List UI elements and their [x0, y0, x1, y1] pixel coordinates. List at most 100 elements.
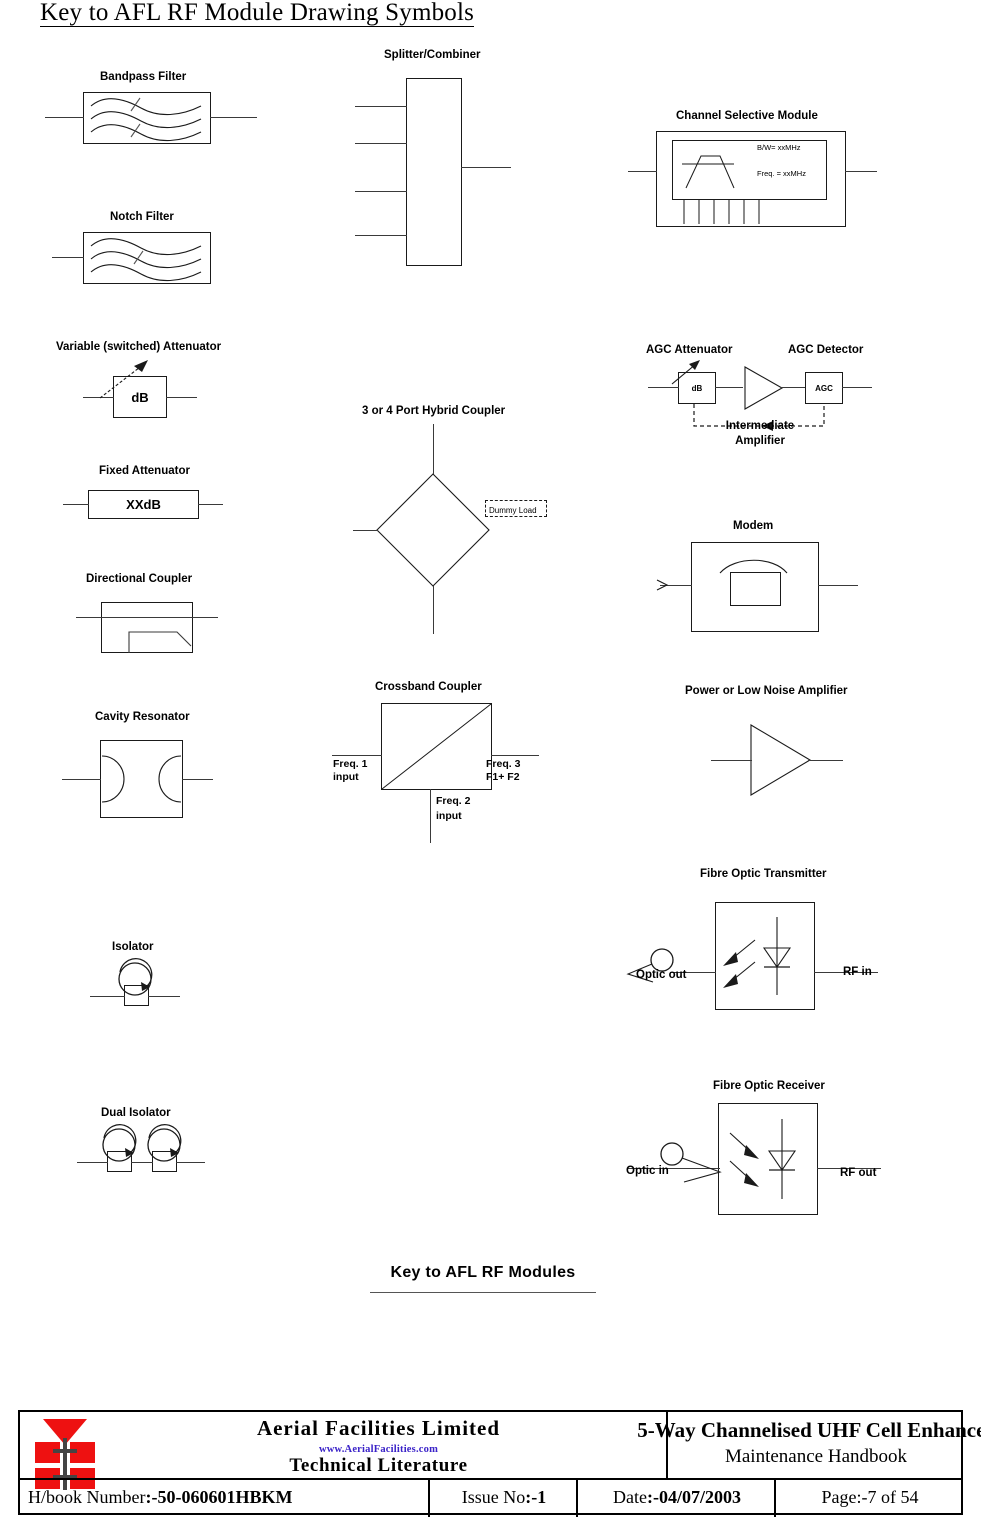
- csm-bandwidth-text: B/W= xxMHz: [757, 143, 801, 152]
- fibre-optic-receiver-diode-icon: [767, 1119, 797, 1199]
- footer-sep-1: [428, 1480, 430, 1517]
- csm-frequency-text: Freq. = xxMHz: [757, 169, 806, 178]
- csm-input-line: [628, 171, 657, 172]
- page-number-label: Page: [821, 1487, 857, 1507]
- intermediate-amplifier-label-line2: Amplifier: [735, 435, 785, 447]
- notch-filter-label: Notch Filter: [110, 211, 174, 223]
- diagram-caption-rule: [370, 1292, 596, 1293]
- intermediate-amplifier-label-line1: Intermediate: [725, 420, 795, 432]
- fixed-attenuator-value: XXdB: [126, 497, 161, 512]
- dual-isolator-output-line: [176, 1162, 205, 1163]
- splitter-combiner-label: Splitter/Combiner: [384, 49, 481, 61]
- fibre-optic-transmitter-rf-port-label: RF in: [843, 966, 872, 978]
- fixed-attenuator-label: Fixed Attenuator: [99, 465, 190, 477]
- agc-amp-to-detector-line: [781, 387, 805, 388]
- isolator-label: Isolator: [112, 941, 154, 953]
- footer-top-row: Aerial Facilities Limited www.AerialFaci…: [20, 1412, 981, 1490]
- crossband-coupler-input1-line1: Freq. 1: [333, 758, 368, 770]
- crossband-coupler-diagonal-icon: [381, 703, 492, 790]
- fibre-optic-receiver-rf-port-label: RF out: [840, 1167, 877, 1179]
- issue-number-label: Issue No: [461, 1487, 526, 1507]
- agc-chain-output-line: [842, 387, 872, 388]
- page-title: Key to AFL RF Module Drawing Symbols: [40, 0, 500, 28]
- hybrid-coupler-dummy-load-label: Dummy Load: [489, 506, 537, 515]
- document-subtitle: Maintenance Handbook: [724, 1446, 908, 1467]
- variable-attenuator-label: Variable (switched) Attenuator: [56, 341, 222, 353]
- csm-channel-ticks-icon: [683, 200, 760, 224]
- handbook-number-label: H/book Number: [28, 1487, 146, 1507]
- footer-bottom-row: H/book Number:-50-060601HBKM Issue No:-1…: [20, 1478, 961, 1517]
- fibre-optic-receiver-connector-icon: [660, 1142, 722, 1183]
- fixed-attenuator-output-line: [198, 504, 223, 505]
- bandpass-filter-label: Bandpass Filter: [100, 71, 187, 83]
- company-name: Aerial Facilities Limited: [256, 1415, 501, 1440]
- amplifier-input-line: [711, 760, 752, 761]
- document-title: 5-Way Channelised UHF Cell Enhancer: [637, 1417, 981, 1442]
- splitter-output-line: [461, 167, 511, 168]
- crossband-coupler-input2-line1: Freq. 2: [436, 795, 471, 807]
- agc-attenuator-label: AGC Attenuator: [646, 344, 733, 356]
- notch-filter-input-line: [52, 257, 84, 258]
- issue-number-value: :-1: [525, 1487, 547, 1507]
- fibre-optic-receiver-label: Fibre Optic Receiver: [713, 1080, 825, 1092]
- page-title-text: Key to AFL RF Module Drawing Symbols: [40, 0, 475, 27]
- cavity-resonator-label: Cavity Resonator: [95, 711, 190, 723]
- cavity-resonator-input-line: [62, 779, 101, 780]
- agc-attenuator-arrow-icon: [671, 360, 700, 385]
- company-website[interactable]: www.AerialFacilities.com: [319, 1444, 438, 1455]
- directional-coupler-label: Directional Coupler: [86, 573, 193, 585]
- fibre-optic-transmitter-label: Fibre Optic Transmitter: [700, 868, 827, 880]
- splitter-input-3: [355, 191, 407, 192]
- cavity-resonator-arcs-icon: [101, 755, 182, 803]
- footer-sep-3: [774, 1480, 776, 1517]
- agc-chain-input-line: [648, 387, 679, 388]
- modem-label: Modem: [733, 520, 774, 532]
- hybrid-coupler-left-port: [353, 530, 378, 531]
- agc-attenuator-to-amp-line: [715, 387, 743, 388]
- crossband-coupler-output-line: [491, 755, 539, 756]
- crossband-coupler-input1-line2: input: [333, 771, 359, 783]
- crossband-coupler-input1-line: [332, 755, 382, 756]
- dual-isolator-mid-line: [131, 1162, 153, 1163]
- csm-output-line: [845, 171, 877, 172]
- dual-isolator-port-2-body: [152, 1151, 177, 1172]
- footer-sep-2: [576, 1480, 578, 1517]
- handbook-number-value: :-50-060601HBKM: [145, 1487, 293, 1507]
- isolator-port-body: [124, 985, 149, 1006]
- fibre-optic-transmitter-optic-port-label: Optic out: [636, 969, 687, 981]
- fixed-attenuator-input-line: [63, 504, 89, 505]
- crossband-coupler-input2-line2: input: [436, 810, 462, 822]
- modem-output-line: [818, 585, 858, 586]
- hybrid-coupler-bottom-port: [433, 586, 434, 634]
- variable-attenuator-arrow-icon: [99, 360, 148, 399]
- channel-selective-module-label: Channel Selective Module: [676, 110, 818, 122]
- directional-coupler-tap-icon: [128, 631, 192, 653]
- fibre-optic-receiver-optic-port-label: Optic in: [626, 1165, 669, 1177]
- page-number-value: :-7 of 54: [856, 1487, 919, 1507]
- splitter-input-2: [355, 143, 407, 144]
- fibre-optic-transmitter-diode-icon: [762, 917, 792, 995]
- agc-detector-value: AGC: [815, 383, 833, 393]
- notch-filter-waves-icon: [90, 238, 202, 282]
- amplifier-output-line: [808, 760, 843, 761]
- splitter-combiner-body: [406, 78, 462, 266]
- amplifier-label: Power or Low Noise Amplifier: [685, 685, 848, 697]
- modem-handset-arc-icon: [719, 559, 788, 574]
- crossband-coupler-input2-line: [430, 789, 431, 843]
- splitter-input-4: [355, 235, 407, 236]
- date-value: :-04/07/2003: [646, 1487, 741, 1507]
- isolator-input-line: [90, 996, 125, 997]
- crossband-coupler-label: Crossband Coupler: [375, 681, 482, 693]
- bandpass-filter-waves-icon: [90, 97, 202, 142]
- isolator-output-line: [148, 996, 180, 997]
- hybrid-coupler-label: 3 or 4 Port Hybrid Coupler: [362, 405, 506, 417]
- hybrid-coupler-top-port: [433, 424, 434, 474]
- date-label: Date: [613, 1487, 647, 1507]
- crossband-coupler-output-line2: F1+ F2: [486, 771, 520, 783]
- bandpass-filter-input-line: [45, 117, 84, 118]
- cavity-resonator-output-line: [182, 779, 213, 780]
- modem-input-arrow-icon: [656, 579, 669, 591]
- diagram-caption: Key to AFL RF Modules: [390, 1264, 576, 1281]
- dual-isolator-input-line: [77, 1162, 108, 1163]
- splitter-input-1: [355, 106, 407, 107]
